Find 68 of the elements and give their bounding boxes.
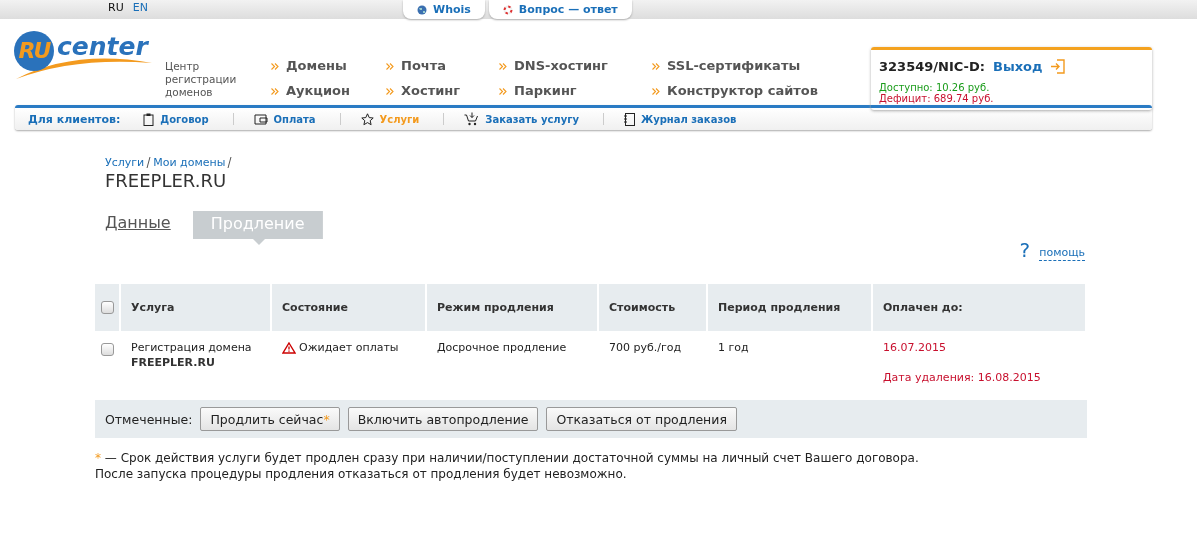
main-menu-link[interactable]: Хостинг (386, 84, 499, 98)
table-cell-text: Досрочное продление (436, 340, 568, 356)
lifebuoy-icon (502, 4, 513, 15)
top-tab[interactable]: Whois (403, 0, 485, 19)
main-menu-link[interactable]: Конструктор сайтов (652, 84, 832, 98)
star-icon (360, 112, 374, 126)
client-nav-link[interactable]: Журнал заказов (640, 113, 737, 125)
language-link[interactable]: RU (108, 0, 124, 19)
notebook-icon (623, 112, 635, 126)
chevron-icon (386, 62, 394, 70)
account-id: 323549/NIC-D: (879, 59, 985, 74)
domain-name: FREEPLER.RU (131, 355, 216, 370)
client-nav-link[interactable]: Заказать услугу (485, 113, 579, 125)
chevron-icon (386, 87, 394, 95)
table-cell-text: 1 год (717, 340, 750, 356)
row-checkbox[interactable] (100, 342, 114, 356)
main-menu-link[interactable]: DNS-хостинг (499, 59, 652, 73)
client-nav-label: Для клиентов: (28, 112, 121, 126)
column-header: Состояние (272, 284, 425, 331)
chevron-icon (499, 87, 507, 95)
logout-icon[interactable] (1050, 59, 1066, 74)
available-balance: Доступно: 10.26 руб. (879, 82, 990, 93)
breadcrumb-link[interactable]: Мои домены (153, 156, 226, 170)
chevron-icon (271, 87, 279, 95)
main-menu-link[interactable]: Паркинг (499, 84, 652, 98)
column-header: Услуга (121, 284, 270, 331)
clipboard-icon (143, 112, 155, 126)
wallet-icon (253, 113, 268, 125)
logo[interactable]: RU center (14, 31, 156, 79)
chevron-icon (499, 62, 507, 70)
actions-label: Отмеченные: (105, 411, 193, 427)
chevron-icon (652, 87, 660, 95)
help-icon[interactable]: ? (1019, 239, 1031, 261)
column-header: Период продления (708, 284, 871, 331)
paid-until-date: 16.07.2015 (883, 340, 947, 355)
breadcrumb-link[interactable]: Услуги (105, 156, 145, 170)
language-link[interactable]: EN (132, 0, 148, 19)
select-all-checkbox[interactable] (100, 301, 114, 315)
footnote-text: После запуска процедуры продления отказаться от продления будет невозможно. (95, 466, 628, 482)
chevron-icon (652, 62, 660, 70)
client-nav-link[interactable]: Договор (160, 113, 209, 125)
action-button[interactable]: Включить автопродление (347, 407, 539, 431)
warning-icon (282, 341, 296, 354)
tab[interactable]: Данные (105, 212, 171, 234)
deficit-balance: Дефицит: 689.74 руб. (879, 93, 995, 104)
cart-icon (464, 112, 480, 126)
globe-icon (417, 4, 427, 15)
chevron-icon (271, 62, 279, 70)
logo-tagline: Центр регистрации доменов (165, 60, 238, 99)
page-title: FREEPLER.RU (105, 170, 228, 192)
main-menu-link[interactable]: Домены (271, 59, 386, 73)
action-button[interactable]: Продлить сейчас* (200, 407, 340, 431)
help-link[interactable]: помощь (1039, 246, 1085, 261)
deletion-date: Дата удаления: 16.08.2015 (883, 370, 1042, 385)
main-menu-link[interactable]: Аукцион (271, 84, 386, 98)
table-cell-text: 700 руб./год (608, 340, 683, 356)
main-menu-link[interactable]: Почта (386, 59, 499, 73)
action-button[interactable]: Отказаться от продления (546, 407, 737, 431)
footnote-text: * — Срок действия услуги будет продлен сразу при наличии/поступлении достаточной суммы на личный счет Вашего договора. (95, 450, 920, 466)
client-nav-link[interactable]: Оплата (273, 113, 316, 125)
service-name: Регистрация домена (131, 340, 253, 355)
top-tab[interactable]: Вопрос — ответ (488, 0, 632, 19)
main-menu-link[interactable]: SSL-сертификаты (652, 59, 832, 73)
column-header: Оплачен до: (873, 284, 1085, 331)
status-text: Ожидает оплаты (299, 340, 399, 355)
column-header: Режим продления (427, 284, 597, 331)
logout-link[interactable]: Выход (992, 59, 1043, 74)
column-header: Стоимость (599, 284, 706, 331)
